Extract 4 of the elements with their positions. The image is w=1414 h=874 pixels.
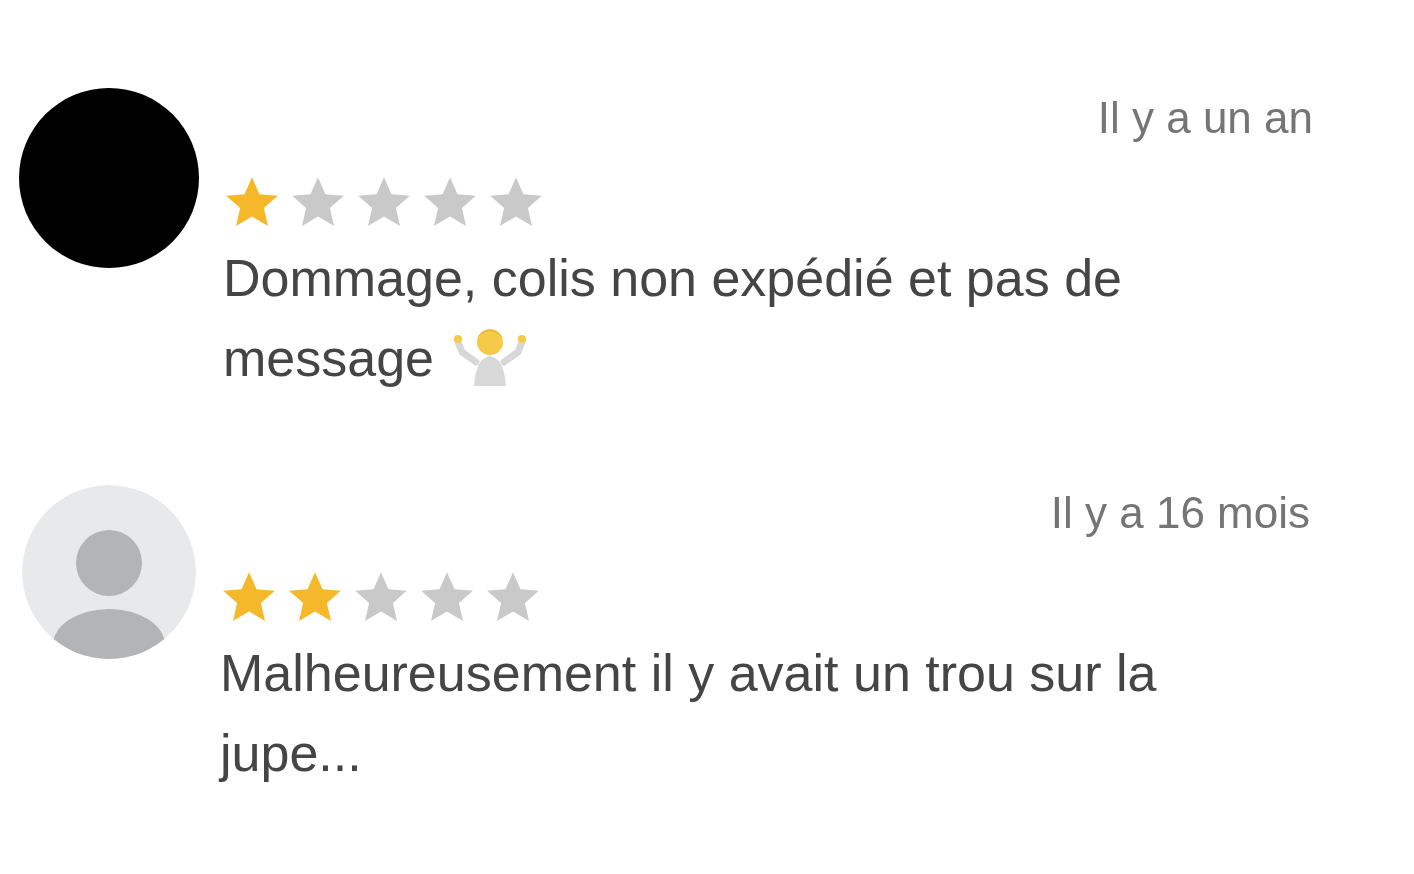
review-time: Il y a 16 mois — [1050, 487, 1310, 539]
review-text: Malheureusement il y avait un trou sur la jupe... — [220, 644, 1157, 782]
review-time: Il y a un an — [1097, 92, 1313, 144]
review-text: Dommage, colis non expédié et pas de message — [223, 249, 1122, 387]
